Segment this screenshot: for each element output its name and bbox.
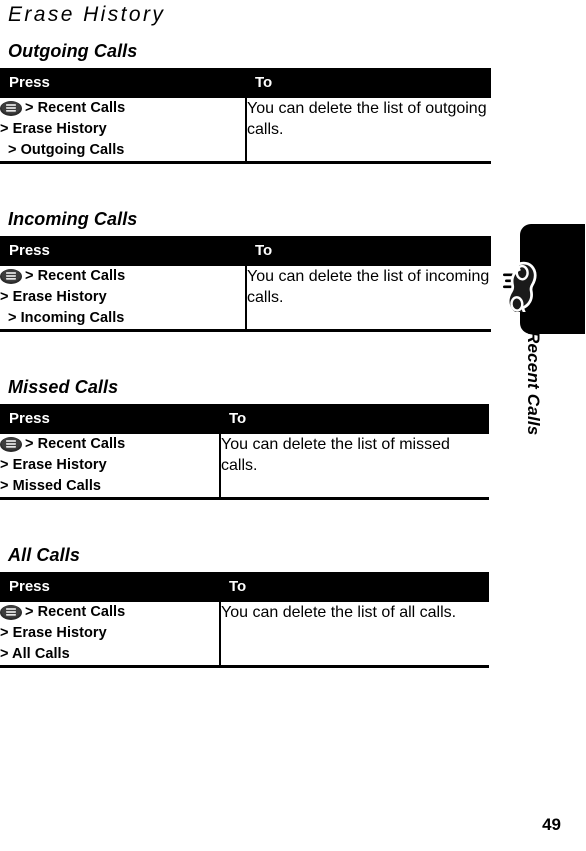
press-cell: > Recent Calls > Erase History > Outgoin… bbox=[0, 98, 247, 164]
table-header-row: Press To bbox=[0, 236, 491, 266]
procedure-table: Press To > Recent Calls > Erase History … bbox=[0, 68, 491, 164]
to-description: You can delete the list of missed calls. bbox=[221, 436, 450, 474]
section-heading: Outgoing Calls bbox=[8, 41, 138, 61]
press-step-text: > Recent Calls bbox=[25, 100, 126, 116]
procedure-table: Press To > Recent Calls > Erase History … bbox=[0, 236, 491, 332]
press-step-line: > All Calls bbox=[0, 646, 70, 662]
press-steps: > Recent Calls > Erase History > Missed … bbox=[0, 434, 219, 497]
press-steps: > Recent Calls > Erase History > Outgoin… bbox=[0, 98, 245, 161]
press-step-line: > Recent Calls bbox=[0, 266, 245, 287]
press-step-line: > Missed Calls bbox=[0, 478, 102, 494]
page-title: Erase History bbox=[8, 3, 166, 26]
table-row: > Recent Calls > Erase History > Outgoin… bbox=[0, 98, 491, 164]
procedure-table: Press To > Recent Calls > Erase History … bbox=[0, 404, 489, 500]
press-step-text: > Recent Calls bbox=[25, 268, 126, 284]
press-step-line: > Erase History bbox=[0, 625, 107, 641]
to-description: You can delete the list of outgoing call… bbox=[247, 100, 487, 138]
column-header-press: Press bbox=[0, 68, 246, 98]
table-header-row: Press To bbox=[0, 404, 489, 434]
menu-key-icon bbox=[0, 437, 22, 452]
section-heading: Incoming Calls bbox=[8, 209, 138, 229]
press-step-text: > Recent Calls bbox=[25, 436, 126, 452]
press-steps: > Recent Calls > Erase History > All Cal… bbox=[0, 602, 219, 665]
press-cell: > Recent Calls > Erase History > Missed … bbox=[0, 434, 221, 500]
table-header-row: Press To bbox=[0, 68, 491, 98]
column-header-press: Press bbox=[0, 572, 220, 602]
procedure-table: Press To > Recent Calls > Erase History … bbox=[0, 572, 489, 668]
to-description: You can delete the list of incoming call… bbox=[247, 268, 490, 306]
table-row: > Recent Calls > Erase History > Incomin… bbox=[0, 266, 491, 332]
press-step-line: > Incoming Calls bbox=[8, 310, 125, 326]
section-heading: Missed Calls bbox=[8, 377, 119, 397]
press-step-line: > Recent Calls bbox=[0, 602, 219, 623]
section-heading: All Calls bbox=[8, 545, 80, 565]
press-step-line: > Erase History bbox=[0, 457, 107, 473]
to-description: You can delete the list of all calls. bbox=[221, 604, 457, 621]
press-step-line: > Erase History bbox=[0, 121, 107, 137]
column-header-to: To bbox=[246, 236, 491, 266]
table-row: > Recent Calls > Erase History > All Cal… bbox=[0, 602, 489, 668]
press-cell: > Recent Calls > Erase History > All Cal… bbox=[0, 602, 221, 668]
page-number: 49 bbox=[542, 815, 561, 834]
to-cell: You can delete the list of all calls. bbox=[220, 602, 489, 668]
press-step-line: > Outgoing Calls bbox=[8, 142, 125, 158]
column-header-to: To bbox=[246, 68, 491, 98]
column-header-to: To bbox=[220, 572, 489, 602]
to-cell: You can delete the list of outgoing call… bbox=[246, 98, 491, 164]
menu-key-icon bbox=[0, 269, 22, 284]
menu-key-icon bbox=[0, 605, 22, 620]
phone-handset-icon bbox=[503, 258, 559, 312]
table-header-row: Press To bbox=[0, 572, 489, 602]
press-step-line: > Recent Calls bbox=[0, 98, 245, 119]
press-steps: > Recent Calls > Erase History > Incomin… bbox=[0, 266, 245, 329]
to-cell: You can delete the list of incoming call… bbox=[246, 266, 491, 332]
column-header-to: To bbox=[220, 404, 489, 434]
press-step-line: > Recent Calls bbox=[0, 434, 219, 455]
document-page: Erase History Outgoing Calls Press To > … bbox=[0, 0, 500, 851]
column-header-press: Press bbox=[0, 404, 220, 434]
column-header-press: Press bbox=[0, 236, 246, 266]
press-step-line: > Erase History bbox=[0, 289, 107, 305]
menu-key-icon bbox=[0, 101, 22, 116]
chapter-tab-label: Recent Calls bbox=[524, 331, 543, 436]
press-cell: > Recent Calls > Erase History > Incomin… bbox=[0, 266, 247, 332]
press-step-text: > Recent Calls bbox=[25, 604, 126, 620]
to-cell: You can delete the list of missed calls. bbox=[220, 434, 489, 500]
table-row: > Recent Calls > Erase History > Missed … bbox=[0, 434, 489, 500]
